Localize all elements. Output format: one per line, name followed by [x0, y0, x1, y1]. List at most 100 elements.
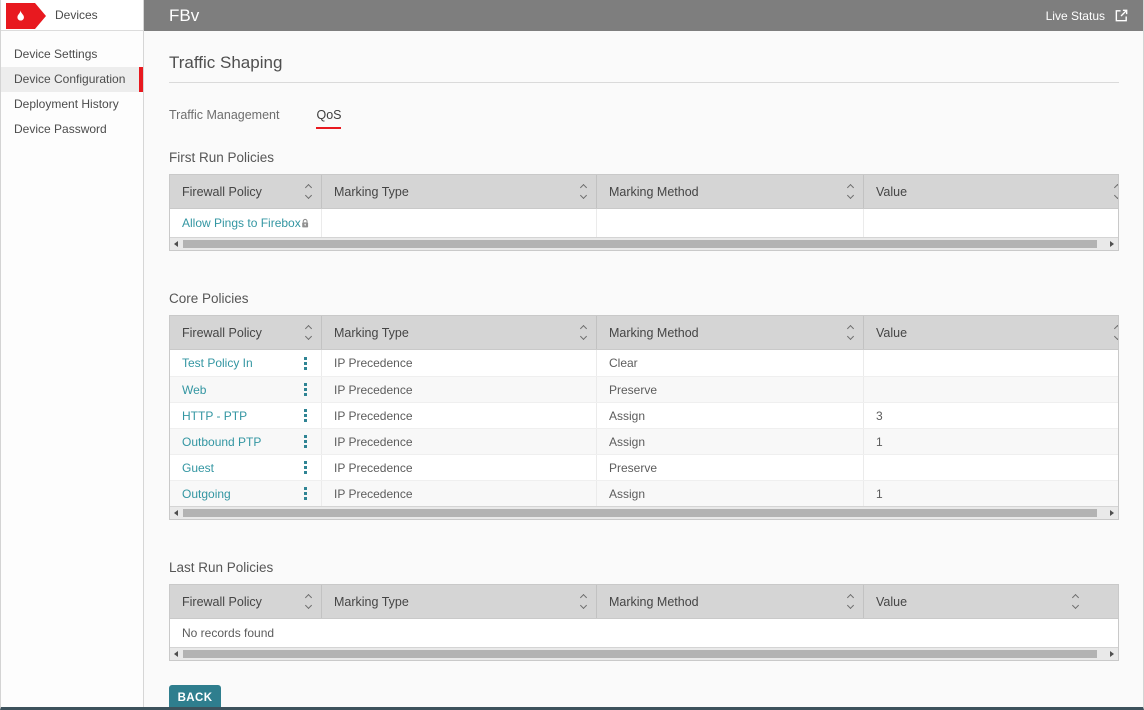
live-status-link[interactable]: Live Status [1046, 8, 1129, 23]
table-body: No records found [170, 619, 1118, 647]
sort-icon[interactable] [1073, 595, 1078, 608]
column-header-marking-method[interactable]: Marking Method [597, 175, 864, 208]
column-header-firewall-policy[interactable]: Firewall Policy [170, 316, 322, 349]
policy-cell: HTTP - PTP [170, 403, 322, 428]
table-header-row: Firewall Policy Marking Type Marking Met… [170, 316, 1118, 350]
policy-link[interactable]: Test Policy In [182, 356, 253, 370]
sort-icon[interactable] [1115, 185, 1118, 198]
marking-type-cell: IP Precedence [322, 377, 597, 402]
policy-cell: Allow Pings to Firebox [170, 209, 322, 237]
title-divider [169, 82, 1119, 83]
sort-icon[interactable] [581, 326, 586, 339]
column-header-marking-method[interactable]: Marking Method [597, 316, 864, 349]
sort-icon[interactable] [581, 595, 586, 608]
value-cell: 1 [864, 481, 1118, 506]
column-label: Marking Method [609, 595, 699, 609]
last-run-policies-section: Last Run Policies Firewall Policy Markin… [169, 560, 1119, 661]
page-title: Traffic Shaping [169, 53, 1119, 73]
breadcrumb-devices[interactable]: Devices [55, 8, 98, 22]
sort-icon[interactable] [306, 595, 311, 608]
policy-link[interactable]: Guest [182, 461, 214, 475]
sort-icon[interactable] [848, 595, 853, 608]
kebab-menu-icon[interactable] [302, 407, 309, 424]
column-label: Marking Type [334, 326, 409, 340]
scroll-left-arrow-icon[interactable] [174, 241, 178, 247]
first-run-policies-table: Firewall Policy Marking Type Marking Met… [169, 174, 1119, 251]
sort-icon[interactable] [306, 326, 311, 339]
horizontal-scrollbar[interactable] [170, 647, 1118, 660]
live-status-label: Live Status [1046, 9, 1105, 23]
sort-icon[interactable] [848, 185, 853, 198]
sort-icon[interactable] [848, 326, 853, 339]
policy-cell: Web [170, 377, 322, 402]
sidebar-item-device-settings[interactable]: Device Settings [1, 42, 143, 67]
table-row: Outbound PTP IP Precedence Assign 1 [170, 428, 1118, 454]
table-header-row: Firewall Policy Marking Type Marking Met… [170, 585, 1118, 619]
scroll-left-arrow-icon[interactable] [174, 510, 178, 516]
sort-icon[interactable] [581, 185, 586, 198]
value-cell [864, 455, 1118, 480]
policy-link[interactable]: HTTP - PTP [182, 409, 247, 423]
kebab-menu-icon[interactable] [302, 485, 309, 502]
flame-icon [6, 3, 35, 29]
table-row: Outgoing IP Precedence Assign 1 [170, 480, 1118, 506]
scroll-right-arrow-icon[interactable] [1110, 241, 1114, 247]
marking-method-cell: Assign [597, 403, 864, 428]
tab-qos[interactable]: QoS [316, 108, 341, 129]
first-run-policies-section: First Run Policies Firewall Policy Marki… [169, 150, 1119, 251]
marking-method-cell: Preserve [597, 377, 864, 402]
scrollbar-thumb[interactable] [183, 240, 1097, 248]
sidebar-item-deployment-history[interactable]: Deployment History [1, 92, 143, 117]
column-header-value[interactable]: Value [864, 316, 1118, 349]
main-area: FBv Live Status Traffic Shaping Traffic … [144, 0, 1143, 707]
policy-link[interactable]: Web [182, 383, 206, 397]
sort-icon[interactable] [1115, 326, 1118, 339]
policy-cell: Outgoing [170, 481, 322, 506]
policy-link[interactable]: Allow Pings to Firebox [182, 216, 301, 230]
table-body: Test Policy In IP Precedence Clear Web [170, 350, 1118, 506]
sort-icon[interactable] [306, 185, 311, 198]
column-header-firewall-policy[interactable]: Firewall Policy [170, 175, 322, 208]
column-label: Firewall Policy [182, 326, 262, 340]
marking-method-cell: Assign [597, 481, 864, 506]
column-header-marking-method[interactable]: Marking Method [597, 585, 864, 618]
scroll-right-arrow-icon[interactable] [1110, 651, 1114, 657]
kebab-menu-icon[interactable] [302, 433, 309, 450]
policy-link[interactable]: Outbound PTP [182, 435, 261, 449]
scrollbar-thumb[interactable] [183, 509, 1097, 517]
marking-type-cell: IP Precedence [322, 429, 597, 454]
core-policies-table: Firewall Policy Marking Type Marking Met… [169, 315, 1119, 520]
scroll-left-arrow-icon[interactable] [174, 651, 178, 657]
section-title-core: Core Policies [169, 291, 1119, 306]
kebab-menu-icon[interactable] [302, 381, 309, 398]
table-row: Allow Pings to Firebox [170, 209, 1118, 237]
column-label: Value [876, 185, 907, 199]
kebab-menu-icon[interactable] [302, 355, 309, 372]
tab-bar: Traffic Management QoS [169, 108, 1119, 129]
column-header-value[interactable]: Value [864, 585, 1118, 618]
tab-traffic-management[interactable]: Traffic Management [169, 108, 279, 129]
sidebar-item-device-password[interactable]: Device Password [1, 117, 143, 142]
kebab-menu-icon[interactable] [302, 459, 309, 476]
device-header-bar: FBv Live Status [144, 0, 1143, 31]
scrollbar-thumb[interactable] [183, 650, 1097, 658]
horizontal-scrollbar[interactable] [170, 506, 1118, 519]
section-title-first-run: First Run Policies [169, 150, 1119, 165]
lock-icon [301, 217, 309, 230]
scroll-right-arrow-icon[interactable] [1110, 510, 1114, 516]
column-header-value[interactable]: Value [864, 175, 1118, 208]
horizontal-scrollbar[interactable] [170, 237, 1118, 250]
empty-table-row: No records found [170, 619, 1118, 647]
column-header-marking-type[interactable]: Marking Type [322, 585, 597, 618]
column-header-marking-type[interactable]: Marking Type [322, 175, 597, 208]
last-run-policies-table: Firewall Policy Marking Type Marking Met… [169, 584, 1119, 661]
content: Traffic Shaping Traffic Management QoS F… [144, 31, 1143, 707]
column-header-firewall-policy[interactable]: Firewall Policy [170, 585, 322, 618]
column-label: Value [876, 326, 907, 340]
back-button[interactable]: BACK [169, 685, 221, 707]
policy-link[interactable]: Outgoing [182, 487, 231, 501]
sidebar-item-device-configuration[interactable]: Device Configuration [1, 67, 143, 92]
column-header-marking-type[interactable]: Marking Type [322, 316, 597, 349]
marking-type-cell: IP Precedence [322, 350, 597, 376]
value-cell [864, 377, 1118, 402]
